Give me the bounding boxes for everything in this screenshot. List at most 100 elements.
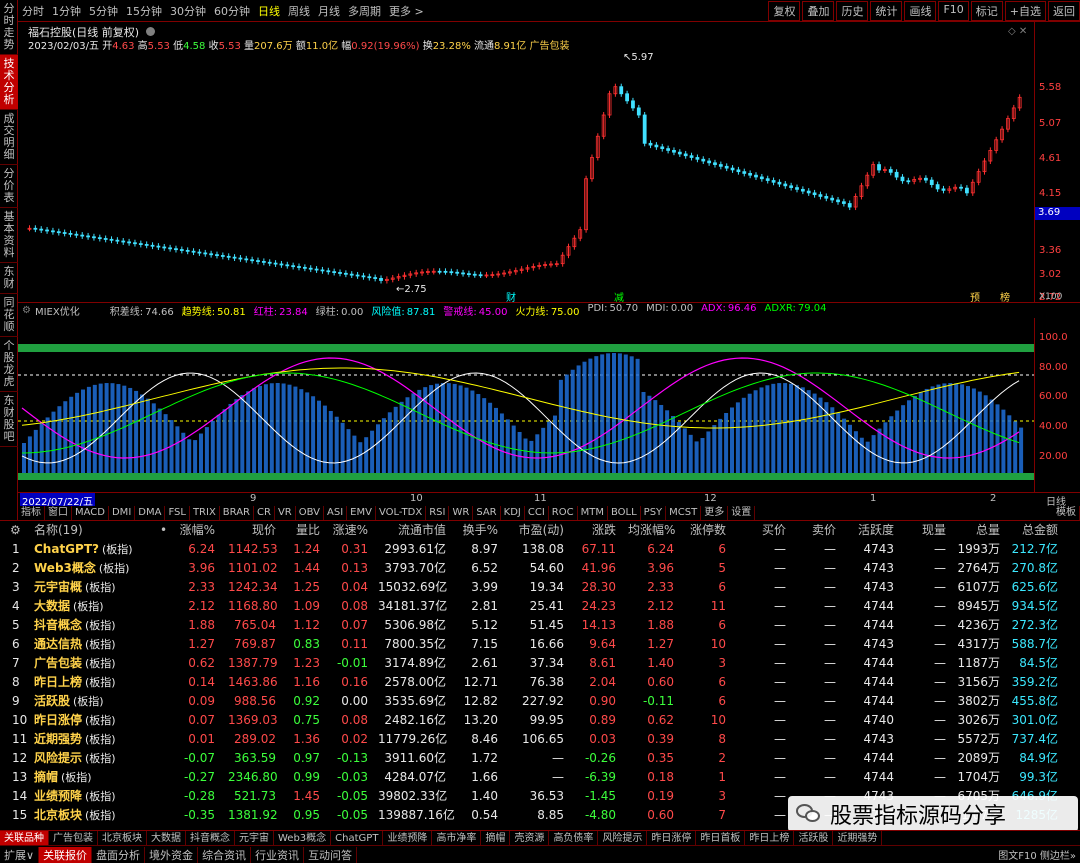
related-tab-5[interactable]: 元宇宙 bbox=[235, 831, 274, 845]
vtab-8[interactable]: 东财股吧 bbox=[0, 392, 18, 447]
vtab-5[interactable]: 东财 bbox=[0, 263, 18, 294]
bottom-tab-0[interactable]: 扩展∨ bbox=[0, 846, 40, 863]
candlestick-chart[interactable]: ↖5.97 ←2.75 财 减 预 榜 bbox=[18, 22, 1034, 302]
indicator-tab-0[interactable]: 指标 bbox=[18, 506, 45, 520]
vtab-2[interactable]: 成交明细 bbox=[0, 110, 18, 165]
vtab-0[interactable]: 分时走势 bbox=[0, 0, 18, 55]
indicator-tab-2[interactable]: MACD bbox=[72, 506, 109, 520]
period-tab-3[interactable]: 15分钟 bbox=[122, 3, 166, 19]
related-tab-7[interactable]: ChatGPT bbox=[331, 831, 384, 845]
indicator-tab-8[interactable]: CR bbox=[254, 506, 275, 520]
indicator-tab-16[interactable]: SAR bbox=[473, 506, 501, 520]
vtab-7[interactable]: 个股龙虎 bbox=[0, 337, 18, 392]
sector-name-cell[interactable]: 北京板块 (板指) bbox=[34, 806, 116, 825]
gear-icon[interactable]: ⚙ bbox=[22, 305, 31, 316]
period-tab-7[interactable]: 周线 bbox=[284, 3, 314, 19]
indicator-tab-21[interactable]: BOLL bbox=[608, 506, 641, 520]
toolbar-button-6[interactable]: 标记 bbox=[970, 0, 1003, 21]
sector-tag[interactable]: 广告包装 bbox=[529, 41, 569, 52]
sector-name-cell[interactable]: 昨日上榜 (板指) bbox=[34, 673, 116, 692]
related-tab-9[interactable]: 高市净率 bbox=[432, 831, 482, 845]
table-row[interactable]: 6 通达信热 (板指) 1.27 769.87 0.83 0.11 7800.35亿 7.15 1… bbox=[0, 635, 1080, 654]
indicator-tab-1[interactable]: 窗口 bbox=[45, 506, 72, 520]
indicator-name[interactable]: MIEX优化 bbox=[35, 303, 80, 318]
indicator-tab-10[interactable]: OBV bbox=[296, 506, 324, 520]
table-row[interactable]: 1 ChatGPT? (板指) 6.24 1142.53 1.24 0.31 2993.61亿… bbox=[0, 540, 1080, 559]
related-tab-3[interactable]: 大数据 bbox=[147, 831, 186, 845]
column-header[interactable]: 活跃度 bbox=[848, 521, 894, 540]
related-tab-18[interactable]: 近期强势 bbox=[833, 831, 883, 845]
vtab-3[interactable]: 分价表 bbox=[0, 165, 18, 208]
related-tab-11[interactable]: 壳资源 bbox=[510, 831, 550, 845]
settings-circle-icon[interactable] bbox=[145, 27, 155, 36]
bottom-tab-6[interactable]: 互动问答 bbox=[304, 846, 358, 863]
indicator-tab-23[interactable]: MCST bbox=[666, 506, 702, 520]
column-header[interactable]: 涨幅% bbox=[175, 521, 215, 540]
period-tab-5[interactable]: 60分钟 bbox=[210, 3, 254, 19]
table-row[interactable]: 7 广告包装 (板指) 0.62 1387.79 1.23 -0.01 3174.89亿 2.6… bbox=[0, 654, 1080, 673]
indicator-tab-12[interactable]: EMV bbox=[347, 506, 376, 520]
column-header[interactable]: 均涨幅% bbox=[628, 521, 675, 540]
bottom-tab-1[interactable]: 关联报价 bbox=[39, 846, 93, 863]
header-gear-icon[interactable]: ⚙ bbox=[10, 521, 21, 540]
sector-name-cell[interactable]: ChatGPT? (板指) bbox=[34, 540, 133, 559]
vtab-1[interactable]: 技术分析 bbox=[0, 55, 18, 110]
indicator-tab-24[interactable]: 更多 bbox=[701, 506, 729, 520]
indicator-tab-20[interactable]: MTM bbox=[578, 506, 608, 520]
related-tab-16[interactable]: 昨日上榜 bbox=[745, 831, 795, 845]
sector-name-cell[interactable]: 近期强势 (板指) bbox=[34, 730, 116, 749]
sector-name-cell[interactable]: 大数据 (板指) bbox=[34, 597, 104, 616]
column-header[interactable]: 买价 bbox=[748, 521, 786, 540]
sector-name-cell[interactable]: 广告包装 (板指) bbox=[34, 654, 116, 673]
related-tab-15[interactable]: 昨日首板 bbox=[696, 831, 746, 845]
template-button[interactable]: 模板 bbox=[1053, 506, 1080, 520]
related-tab-17[interactable]: 活跃股 bbox=[794, 831, 834, 845]
indicator-tab-17[interactable]: KDJ bbox=[501, 506, 525, 520]
table-row[interactable]: 2 Web3概念 (板指) 3.96 1101.02 1.44 0.13 3793.70亿 6.… bbox=[0, 559, 1080, 578]
toolbar-button-7[interactable]: +自选 bbox=[1004, 0, 1046, 21]
period-tab-1[interactable]: 1分钟 bbox=[48, 3, 85, 19]
indicator-tab-25[interactable]: 设置 bbox=[728, 506, 756, 520]
table-row[interactable]: 13 摘帽 (板指) -0.27 2346.80 0.99 -0.03 4284.07亿 1.6… bbox=[0, 768, 1080, 787]
column-header[interactable]: 市盈(动) bbox=[508, 521, 564, 540]
toolbar-button-8[interactable]: 返回 bbox=[1048, 0, 1080, 21]
sector-name-cell[interactable]: Web3概念 (板指) bbox=[34, 559, 129, 578]
indicator-tab-9[interactable]: VR bbox=[275, 506, 296, 520]
related-tab-0[interactable]: 关联品种 bbox=[0, 831, 49, 845]
period-tab-0[interactable]: 分时 bbox=[18, 3, 48, 19]
toolbar-button-3[interactable]: 统计 bbox=[870, 0, 903, 21]
period-tab-2[interactable]: 5分钟 bbox=[85, 3, 122, 19]
miex-indicator-chart[interactable] bbox=[18, 318, 1034, 492]
indicator-tab-14[interactable]: RSI bbox=[426, 506, 450, 520]
column-header[interactable]: 涨停数 bbox=[686, 521, 726, 540]
period-tab-9[interactable]: 多周期 bbox=[344, 3, 385, 19]
column-header[interactable]: 卖价 bbox=[798, 521, 836, 540]
table-row[interactable]: 9 活跃股 (板指) 0.09 988.56 0.92 0.00 3535.69亿 12.82 2… bbox=[0, 692, 1080, 711]
table-row[interactable]: 3 元宇宙概 (板指) 2.33 1242.34 1.25 0.04 15032.69亿 3.9… bbox=[0, 578, 1080, 597]
toolbar-button-4[interactable]: 画线 bbox=[904, 0, 937, 21]
column-header[interactable]: 名称(19) bbox=[34, 521, 83, 540]
sector-name-cell[interactable]: 风险提示 (板指) bbox=[34, 749, 116, 768]
table-row[interactable]: 12 风险提示 (板指) -0.07 363.59 0.97 -0.13 3911.60亿 1.… bbox=[0, 749, 1080, 768]
indicator-tab-4[interactable]: DMA bbox=[135, 506, 166, 520]
indicator-tab-13[interactable]: VOL-TDX bbox=[376, 506, 427, 520]
related-tab-2[interactable]: 北京板块 bbox=[98, 831, 147, 845]
toolbar-button-5[interactable]: F10 bbox=[938, 0, 969, 21]
period-tab-6[interactable]: 日线 bbox=[254, 3, 284, 19]
bottom-tab-5[interactable]: 行业资讯 bbox=[251, 846, 305, 863]
bottom-tab-2[interactable]: 盘面分析 bbox=[92, 846, 146, 863]
table-row[interactable]: 4 大数据 (板指) 2.12 1168.80 1.09 0.08 34181.37亿 2.81… bbox=[0, 597, 1080, 616]
column-header[interactable]: 换手% bbox=[456, 521, 498, 540]
related-tab-8[interactable]: 业绩预降 bbox=[383, 831, 433, 845]
vtab-6[interactable]: 同花顺 bbox=[0, 294, 18, 337]
vtab-4[interactable]: 基本资料 bbox=[0, 208, 18, 263]
column-header[interactable]: 流通市值 bbox=[378, 521, 446, 540]
indicator-tab-11[interactable]: ASI bbox=[324, 506, 348, 520]
toolbar-button-1[interactable]: 叠加 bbox=[802, 0, 835, 21]
column-header[interactable]: 总金额 bbox=[1008, 521, 1058, 540]
table-row[interactable]: 8 昨日上榜 (板指) 0.14 1463.86 1.16 0.16 2578.00亿 12.7… bbox=[0, 673, 1080, 692]
sector-name-cell[interactable]: 元宇宙概 (板指) bbox=[34, 578, 116, 597]
table-row[interactable]: 10 昨日涨停 (板指) 0.07 1369.03 0.75 0.08 2482.16亿 13.… bbox=[0, 711, 1080, 730]
column-header[interactable]: 总量 bbox=[954, 521, 1000, 540]
column-header[interactable]: 量比 bbox=[284, 521, 320, 540]
